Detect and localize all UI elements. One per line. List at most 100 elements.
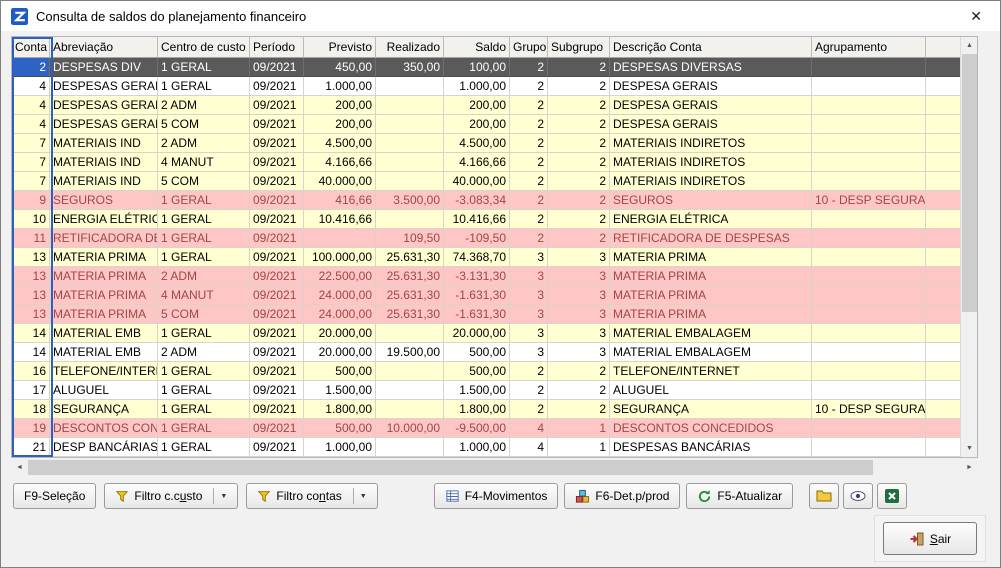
cell-grupo[interactable]: 2 xyxy=(510,77,548,96)
cell-abreviacao[interactable]: RETIFICADORA DE xyxy=(50,229,158,248)
cell-centro_custo[interactable]: 4 MANUT xyxy=(158,286,250,305)
cell-saldo[interactable]: 4.166,66 xyxy=(444,153,510,172)
cell-descricao[interactable]: DESPESA GERAIS xyxy=(610,96,812,115)
cell-centro_custo[interactable]: 2 ADM xyxy=(158,134,250,153)
cell-agrupamento[interactable] xyxy=(812,438,926,457)
cell-grupo[interactable]: 4 xyxy=(510,438,548,457)
cell-subgrupo[interactable]: 1 xyxy=(548,419,610,438)
cell-previsto[interactable]: 40.000,00 xyxy=(304,172,376,191)
cell-centro_custo[interactable]: 4 MANUT xyxy=(158,153,250,172)
table-row[interactable]: 7MATERIAIS IND2 ADM09/20214.500,004.500,… xyxy=(12,134,960,153)
cell-realizado[interactable]: 25.631,30 xyxy=(376,267,444,286)
cell-conta[interactable]: 11 xyxy=(12,229,50,248)
table-row[interactable]: 17ALUGUEL1 GERAL09/20211.500,001.500,002… xyxy=(12,381,960,400)
filtro-contas-button[interactable]: Filtro contas ▼ xyxy=(246,483,377,509)
cell-grupo[interactable]: 3 xyxy=(510,267,548,286)
cell-periodo[interactable]: 09/2021 xyxy=(250,153,304,172)
cell-abreviacao[interactable]: MATERIAIS IND xyxy=(50,172,158,191)
cell-periodo[interactable]: 09/2021 xyxy=(250,77,304,96)
cell-periodo[interactable]: 09/2021 xyxy=(250,381,304,400)
f6-detalhe-produto-button[interactable]: F6-Det.p/prod xyxy=(564,483,680,509)
column-header-conta[interactable]: Conta xyxy=(12,37,50,58)
cell-descricao[interactable]: ENERGIA ELÉTRICA xyxy=(610,210,812,229)
cell-grupo[interactable]: 2 xyxy=(510,96,548,115)
cell-realizado[interactable] xyxy=(376,362,444,381)
cell-subgrupo[interactable]: 3 xyxy=(548,305,610,324)
cell-centro_custo[interactable]: 1 GERAL xyxy=(158,324,250,343)
column-header-realizado[interactable]: Realizado xyxy=(376,37,444,58)
cell-centro_custo[interactable]: 1 GERAL xyxy=(158,248,250,267)
table-row[interactable]: 10ENERGIA ELÉTRIC1 GERAL09/202110.416,66… xyxy=(12,210,960,229)
table-row[interactable]: 13MATERIA PRIMA2 ADM09/202122.500,0025.6… xyxy=(12,267,960,286)
cell-descricao[interactable]: DESPESA GERAIS xyxy=(610,77,812,96)
cell-descricao[interactable]: MATERIAL EMBALAGEM xyxy=(610,324,812,343)
dropdown-arrow-icon[interactable]: ▼ xyxy=(353,488,367,504)
cell-previsto[interactable]: 1.000,00 xyxy=(304,77,376,96)
cell-descricao[interactable]: MATERIA PRIMA xyxy=(610,267,812,286)
cell-realizado[interactable] xyxy=(376,153,444,172)
cell-previsto[interactable]: 1.000,00 xyxy=(304,438,376,457)
cell-grupo[interactable]: 2 xyxy=(510,134,548,153)
cell-agrupamento[interactable] xyxy=(812,229,926,248)
column-header-descricao[interactable]: Descrição Conta xyxy=(610,37,812,58)
cell-periodo[interactable]: 09/2021 xyxy=(250,343,304,362)
cell-periodo[interactable]: 09/2021 xyxy=(250,324,304,343)
cell-saldo[interactable]: 200,00 xyxy=(444,96,510,115)
table-row[interactable]: 16TELEFONE/INTERN1 GERAL09/2021500,00500… xyxy=(12,362,960,381)
cell-abreviacao[interactable]: MATERIA PRIMA xyxy=(50,267,158,286)
cell-abreviacao[interactable]: DESP BANCÁRIAS xyxy=(50,438,158,457)
cell-saldo[interactable]: 10.416,66 xyxy=(444,210,510,229)
cell-realizado[interactable]: 3.500,00 xyxy=(376,191,444,210)
cell-agrupamento[interactable] xyxy=(812,419,926,438)
table-row[interactable]: 21DESP BANCÁRIAS1 GERAL09/20211.000,001.… xyxy=(12,438,960,457)
cell-previsto[interactable]: 4.166,66 xyxy=(304,153,376,172)
cell-previsto[interactable]: 24.000,00 xyxy=(304,286,376,305)
cell-subgrupo[interactable]: 2 xyxy=(548,153,610,172)
cell-descricao[interactable]: MATERIAIS INDIRETOS xyxy=(610,153,812,172)
cell-grupo[interactable]: 2 xyxy=(510,229,548,248)
cell-descricao[interactable]: TELEFONE/INTERNET xyxy=(610,362,812,381)
f5-atualizar-button[interactable]: F5-Atualizar xyxy=(686,483,793,509)
cell-descricao[interactable]: DESCONTOS CONCEDIDOS xyxy=(610,419,812,438)
cell-conta[interactable]: 13 xyxy=(12,286,50,305)
table-row[interactable]: 4DESPESAS GERAIS5 COM09/2021200,00200,00… xyxy=(12,115,960,134)
cell-centro_custo[interactable]: 1 GERAL xyxy=(158,58,250,77)
cell-grupo[interactable]: 3 xyxy=(510,324,548,343)
table-row[interactable]: 4DESPESAS GERAIS2 ADM09/2021200,00200,00… xyxy=(12,96,960,115)
cell-realizado[interactable]: 25.631,30 xyxy=(376,248,444,267)
cell-descricao[interactable]: MATERIAIS INDIRETOS xyxy=(610,134,812,153)
cell-agrupamento[interactable] xyxy=(812,77,926,96)
cell-descricao[interactable]: SEGURANÇA xyxy=(610,400,812,419)
cell-grupo[interactable]: 3 xyxy=(510,286,548,305)
cell-conta[interactable]: 19 xyxy=(12,419,50,438)
cell-previsto[interactable]: 1.500,00 xyxy=(304,381,376,400)
cell-grupo[interactable]: 2 xyxy=(510,191,548,210)
cell-subgrupo[interactable]: 2 xyxy=(548,191,610,210)
cell-subgrupo[interactable]: 3 xyxy=(548,267,610,286)
cell-saldo[interactable]: 74.368,70 xyxy=(444,248,510,267)
cell-descricao[interactable]: RETIFICADORA DE DESPESAS xyxy=(610,229,812,248)
cell-agrupamento[interactable] xyxy=(812,115,926,134)
cell-centro_custo[interactable]: 2 ADM xyxy=(158,343,250,362)
cell-saldo[interactable]: 20.000,00 xyxy=(444,324,510,343)
cell-periodo[interactable]: 09/2021 xyxy=(250,248,304,267)
cell-abreviacao[interactable]: MATERIAIS IND xyxy=(50,153,158,172)
cell-subgrupo[interactable]: 2 xyxy=(548,362,610,381)
horizontal-scrollbar[interactable]: ◄ ► xyxy=(11,459,978,476)
cell-conta[interactable]: 14 xyxy=(12,343,50,362)
cell-previsto[interactable]: 500,00 xyxy=(304,362,376,381)
cell-subgrupo[interactable]: 2 xyxy=(548,58,610,77)
cell-agrupamento[interactable] xyxy=(812,324,926,343)
cell-periodo[interactable]: 09/2021 xyxy=(250,115,304,134)
cell-centro_custo[interactable]: 1 GERAL xyxy=(158,77,250,96)
cell-centro_custo[interactable]: 1 GERAL xyxy=(158,381,250,400)
f4-movimentos-button[interactable]: F4-Movimentos xyxy=(434,483,559,509)
cell-saldo[interactable]: -1.631,30 xyxy=(444,305,510,324)
cell-conta[interactable]: 18 xyxy=(12,400,50,419)
cell-agrupamento[interactable] xyxy=(812,210,926,229)
cell-centro_custo[interactable]: 1 GERAL xyxy=(158,438,250,457)
cell-abreviacao[interactable]: MATERIAL EMB xyxy=(50,343,158,362)
cell-previsto[interactable]: 22.500,00 xyxy=(304,267,376,286)
dropdown-arrow-icon[interactable]: ▼ xyxy=(213,488,227,504)
cell-descricao[interactable]: MATERIA PRIMA xyxy=(610,305,812,324)
